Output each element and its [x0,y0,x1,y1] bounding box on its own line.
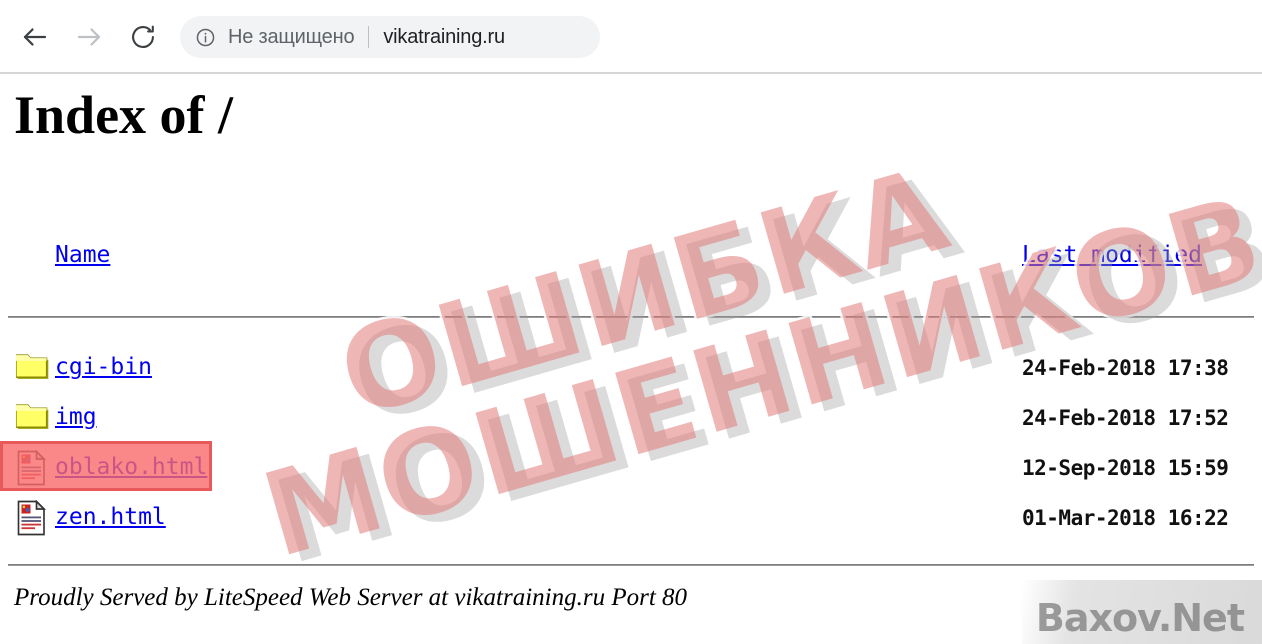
address-bar[interactable]: Не защищено vikatraining.ru [180,16,600,58]
directory-listing-page: Index of / Name Last modified cgi-bin 24… [0,76,1262,644]
arrow-right-icon [74,22,104,52]
table-row: oblako.html 12-Sep-2018 15:59 [0,448,1262,498]
file-link[interactable]: zen.html [55,504,166,530]
column-header-name[interactable]: Name [55,242,110,268]
column-header-last-modified[interactable]: Last modified [1022,242,1202,268]
reload-button[interactable] [120,14,166,60]
page-title: Index of / [14,85,234,145]
file-link[interactable]: img [55,404,97,430]
arrow-left-icon [20,22,50,52]
forward-button[interactable] [66,14,112,60]
brand-watermark: Baxov.Net [1035,596,1245,640]
table-row: cgi-bin 24-Feb-2018 17:38 [0,348,1262,398]
file-modified-date: 24-Feb-2018 17:38 [1022,356,1229,380]
divider-bottom [8,564,1254,566]
server-signature: Proudly Served by LiteSpeed Web Server a… [14,584,688,611]
security-status-label: Не защищено [228,25,355,48]
omnibox-divider [368,26,370,48]
table-row: img 24-Feb-2018 17:52 [0,398,1262,448]
back-button[interactable] [12,14,58,60]
file-modified-date: 01-Mar-2018 16:22 [1022,506,1229,530]
reload-icon [129,23,157,51]
browser-toolbar: Не защищено vikatraining.ru [0,0,1262,74]
document-icon [16,499,50,536]
file-link[interactable]: oblako.html [55,454,207,480]
folder-icon [15,400,50,436]
info-circle-icon[interactable] [194,26,216,48]
url-text: vikatraining.ru [383,25,505,48]
file-modified-date: 12-Sep-2018 15:59 [1022,456,1229,480]
table-row: zen.html 01-Mar-2018 16:22 [0,498,1262,548]
divider-top [8,316,1254,318]
file-modified-date: 24-Feb-2018 17:52 [1022,406,1229,430]
document-icon [16,449,50,486]
file-link[interactable]: cgi-bin [55,354,152,380]
folder-icon [15,350,50,386]
